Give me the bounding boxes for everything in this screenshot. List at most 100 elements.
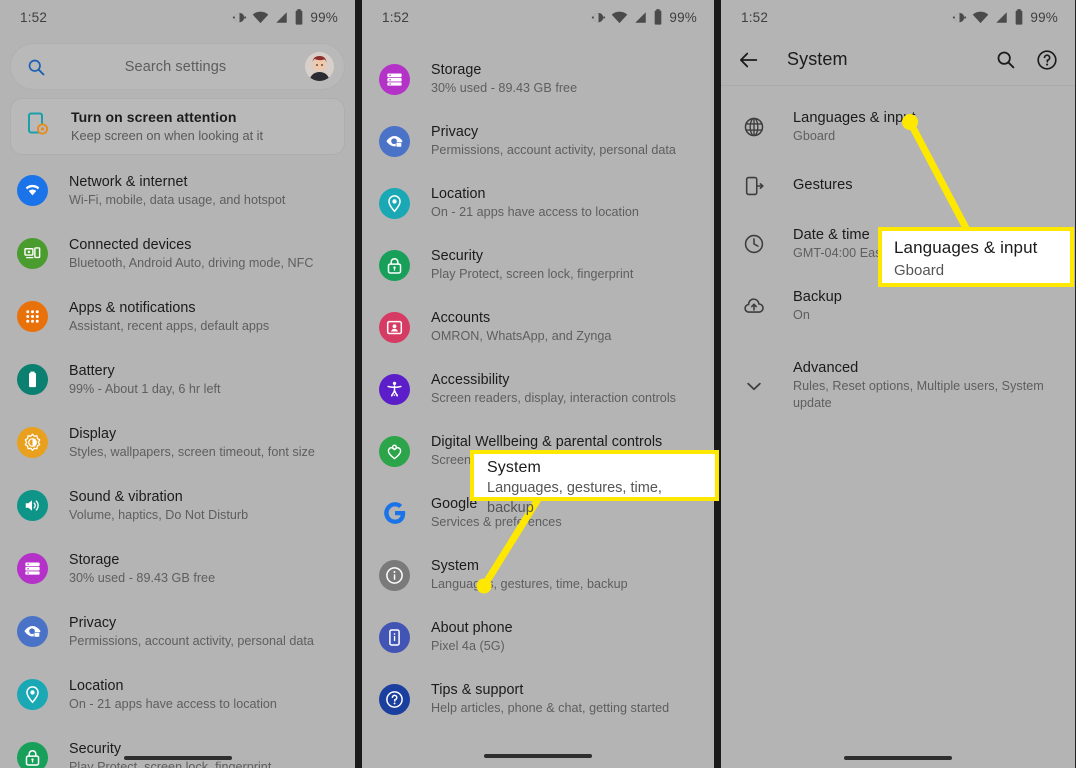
settings-row[interactable]: Location On - 21 apps have access to loca… (0, 663, 355, 726)
storage-icon (17, 553, 48, 584)
suggestion-card-screen-attention[interactable]: Turn on screen attention Keep screen on … (10, 98, 345, 155)
settings-row[interactable]: System Languages, gestures, time, backup (362, 544, 714, 606)
settings-row-subtitle: Languages, gestures, time, backup (431, 577, 628, 591)
system-row[interactable]: Languages & input Gboard (721, 96, 1075, 158)
lock-icon (379, 249, 410, 281)
status-time: 1:52 (20, 9, 48, 25)
wifi-icon (973, 11, 989, 23)
settings-list-left: Network & internet Wi-Fi, mobile, data us… (0, 155, 355, 768)
settings-row-subtitle: On - 21 apps have access to location (431, 205, 639, 219)
settings-row-title: Location (69, 677, 124, 694)
wifi-icon (253, 11, 269, 23)
phone-panel-system: 1:52 99% System Languages & input Gboard… (721, 0, 1075, 768)
settings-row[interactable]: Storage 30% used - 89.43 GB free (0, 537, 355, 600)
settings-row[interactable]: Battery 99% - About 1 day, 6 hr left (0, 348, 355, 411)
settings-row[interactable]: Accounts OMRON, WhatsApp, and Zynga (362, 296, 714, 358)
settings-row-subtitle: 30% used - 89.43 GB free (431, 81, 578, 95)
settings-row[interactable]: Tips & support Help articles, phone & cha… (362, 668, 714, 730)
settings-row-title: Sound & vibration (69, 488, 183, 505)
settings-row-text: Security Play Protect, screen lock, finge… (431, 247, 633, 283)
settings-row[interactable]: Apps & notifications Assistant, recent ap… (0, 285, 355, 348)
devices-icon (17, 238, 48, 269)
cell-signal-icon (276, 11, 288, 23)
battery-icon (655, 8, 662, 25)
settings-row[interactable]: Storage 30% used - 89.43 GB free (362, 48, 714, 110)
settings-row-subtitle: Screen readers, display, interaction con… (431, 391, 676, 405)
settings-row-title: Network & internet (69, 173, 188, 190)
settings-row-text: Security Play Protect, screen lock, finge… (69, 740, 271, 768)
page-title: System (787, 49, 848, 69)
system-row-subtitle: Gboard (793, 129, 836, 143)
system-row[interactable]: Advanced Rules, Reset options, Multiple u… (721, 337, 1075, 425)
cell-signal-icon (635, 11, 647, 23)
settings-row-subtitle: OMRON, WhatsApp, and Zynga (431, 329, 612, 343)
system-row-title: Gestures (793, 177, 853, 193)
settings-row-text: Storage 30% used - 89.43 GB free (69, 551, 215, 587)
settings-row[interactable]: Privacy Permissions, account activity, pe… (362, 110, 714, 172)
system-row-text: Advanced Rules, Reset options, Multiple u… (793, 359, 1061, 412)
settings-row[interactable]: Accessibility Screen readers, display, in… (362, 358, 714, 420)
status-bar: 1:52 99% (0, 0, 355, 34)
settings-row[interactable]: Connected devices Bluetooth, Android Auto… (0, 222, 355, 285)
settings-row[interactable]: About phone Pixel 4a (5G) (362, 606, 714, 668)
settings-row-subtitle: Pixel 4a (5G) (431, 639, 505, 653)
system-row-title: Advanced (793, 360, 859, 376)
settings-row-text: Location On - 21 apps have access to loca… (69, 677, 277, 713)
settings-row-text: About phone Pixel 4a (5G) (431, 619, 513, 655)
callout-languages-subtitle: Gboard (894, 262, 945, 279)
user-avatar[interactable] (305, 52, 334, 81)
settings-row-text: Battery 99% - About 1 day, 6 hr left (69, 362, 221, 398)
settings-row-title: Accessibility (431, 372, 510, 388)
callout-system-subtitle: Languages, gestures, time, backup (487, 480, 662, 516)
settings-row-subtitle: Help articles, phone & chat, getting sta… (431, 701, 670, 715)
status-bar-right: 1:52 99% (721, 0, 1075, 34)
settings-row-text: Sound & vibration Volume, haptics, Do Not… (69, 488, 248, 524)
wifi-icon (612, 11, 628, 23)
phone-info-icon (379, 621, 410, 653)
vibrate-icon (953, 12, 967, 22)
home-indicator-right (844, 756, 952, 760)
settings-row[interactable]: Network & internet Wi-Fi, mobile, data us… (0, 159, 355, 222)
privacy-eye-icon (379, 125, 410, 157)
help-circle-icon[interactable] (1035, 48, 1059, 72)
callout-languages-input: Languages & input Gboard (878, 227, 1074, 287)
accessibility-icon (379, 373, 410, 405)
settings-row[interactable]: Security Play Protect, screen lock, finge… (362, 234, 714, 296)
arrow-back-icon[interactable] (737, 48, 761, 72)
search-input-placeholder[interactable]: Search settings (46, 59, 305, 75)
search-settings-bar[interactable]: Search settings (10, 43, 345, 90)
callout-system: System Languages, gestures, time, backup (470, 450, 719, 516)
settings-row-subtitle: Wi-Fi, mobile, data usage, and hotspot (69, 192, 286, 207)
vibrate-icon (233, 12, 247, 22)
settings-row-title: About phone (431, 620, 513, 636)
settings-row-title: Storage (69, 551, 120, 568)
settings-row-title: Battery (69, 362, 115, 379)
settings-row[interactable]: Location On - 21 apps have access to loca… (362, 172, 714, 234)
search-icon (28, 59, 45, 75)
chevron-down-icon[interactable] (741, 373, 767, 399)
account-icon (379, 311, 410, 343)
info-circle-icon (379, 559, 410, 591)
settings-row-subtitle: Play Protect, screen lock, fingerprint (431, 267, 634, 281)
system-row[interactable]: Gestures (721, 158, 1075, 213)
search-icon[interactable] (993, 48, 1017, 72)
settings-row[interactable]: Privacy Permissions, account activity, pe… (0, 600, 355, 663)
status-icons-mid: 99% (591, 8, 697, 26)
settings-row-text: Privacy Permissions, account activity, pe… (431, 123, 676, 159)
location-pin-icon (379, 187, 410, 219)
status-icons-right: 99% (952, 8, 1058, 26)
system-row-subtitle: Rules, Reset options, Multiple users, Sy… (793, 379, 1044, 410)
speaker-icon (17, 490, 48, 521)
settings-row-subtitle: Styles, wallpapers, screen timeout, font… (69, 444, 315, 459)
system-row-title: Backup (793, 289, 842, 305)
google-g-icon (379, 498, 410, 529)
settings-row-text: Location On - 21 apps have access to loca… (431, 185, 639, 221)
apps-grid-icon (17, 301, 48, 332)
system-row-title: Languages & input (793, 110, 916, 126)
settings-row[interactable]: Security Play Protect, screen lock, finge… (0, 726, 355, 768)
globe-icon (741, 114, 767, 140)
settings-row[interactable]: Display Styles, wallpapers, screen timeou… (0, 411, 355, 474)
settings-row-subtitle: Volume, haptics, Do Not Disturb (69, 507, 249, 522)
settings-row[interactable]: Sound & vibration Volume, haptics, Do Not… (0, 474, 355, 537)
settings-row-subtitle: Bluetooth, Android Auto, driving mode, N… (69, 255, 314, 270)
